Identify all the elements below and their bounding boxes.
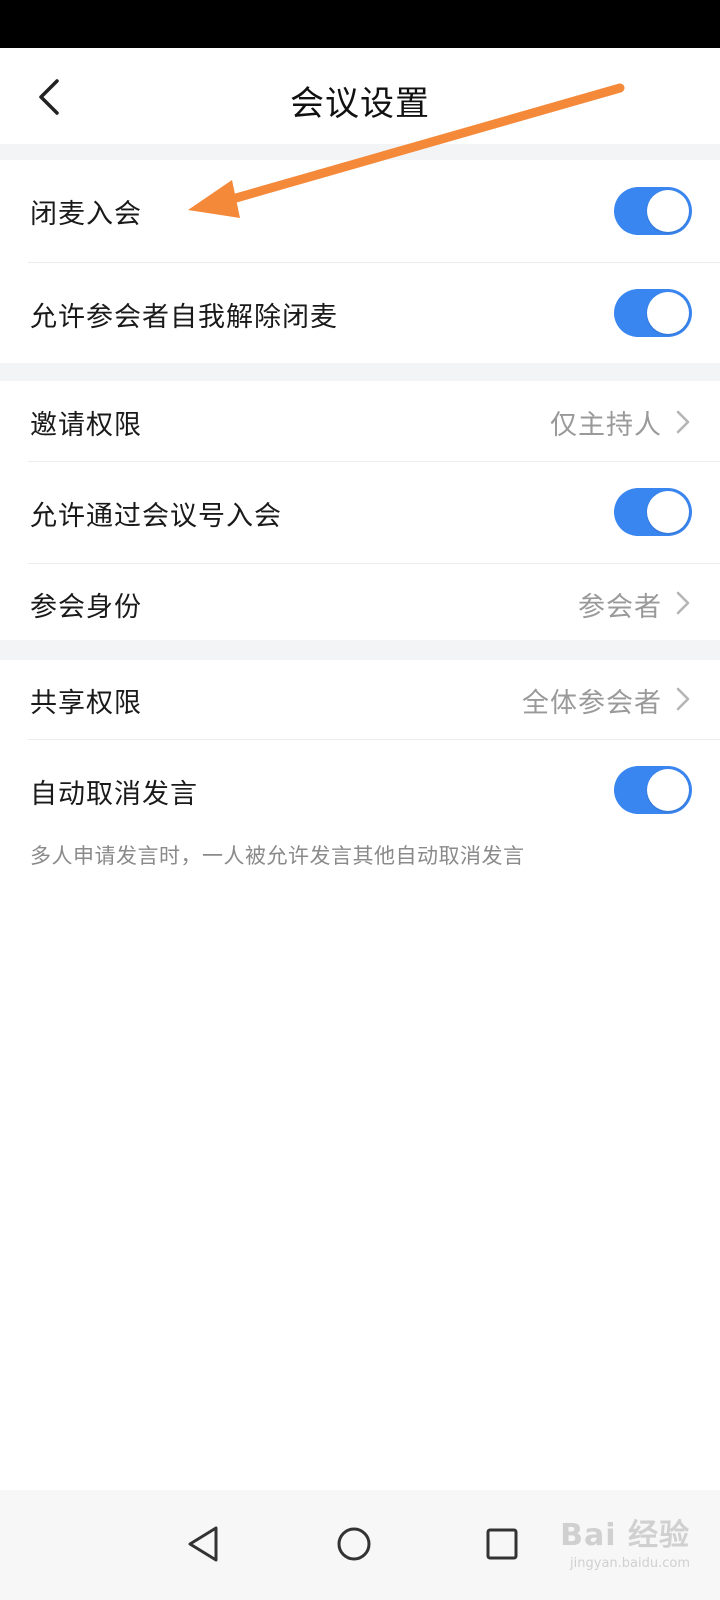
toggle-knob (647, 292, 689, 334)
system-home-button[interactable] (322, 1512, 386, 1576)
circle-home-icon (337, 1527, 371, 1561)
square-recents-icon (486, 1528, 518, 1560)
setting-row-share-permission[interactable]: 共享权限 全体参会者 (0, 660, 720, 738)
chevron-right-icon (676, 591, 690, 615)
chevron-right-icon (676, 410, 690, 434)
setting-label: 参会身份 (30, 592, 142, 623)
setting-label: 闭麦入会 (30, 199, 142, 230)
setting-row-mute-on-join: 闭麦入会 (0, 160, 720, 262)
section-gap (0, 363, 720, 381)
mute-on-join-toggle[interactable] (614, 187, 692, 235)
setting-label: 允许参会者自我解除闭麦 (30, 302, 338, 333)
triangle-back-icon (188, 1526, 218, 1562)
watermark-sub: jingyan.baidu.com (570, 1556, 690, 1571)
allow-join-by-id-toggle[interactable] (614, 488, 692, 536)
chevron-right-icon (676, 687, 690, 711)
section-gap (0, 640, 720, 660)
setting-label: 允许通过会议号入会 (30, 501, 282, 532)
setting-label: 共享权限 (30, 688, 142, 719)
setting-row-participant-role[interactable]: 参会身份 参会者 (0, 564, 720, 640)
auto-cancel-speaking-hint: 多人申请发言时，一人被允许发言其他自动取消发言 (30, 844, 525, 868)
setting-label: 自动取消发言 (30, 779, 198, 810)
allow-self-unmute-toggle[interactable] (614, 289, 692, 337)
setting-value: 全体参会者 (522, 688, 662, 719)
setting-value: 参会者 (578, 592, 662, 623)
system-recents-button[interactable] (470, 1512, 534, 1576)
setting-row-invite-permission[interactable]: 邀请权限 仅主持人 (0, 381, 720, 461)
toggle-knob (647, 190, 689, 232)
toggle-knob (647, 491, 689, 533)
page-title: 会议设置 (290, 84, 430, 124)
toggle-knob (647, 769, 689, 811)
setting-row-allow-join-by-id: 允许通过会议号入会 (0, 462, 720, 562)
section-gap (0, 144, 720, 160)
setting-row-allow-self-unmute: 允许参会者自我解除闭麦 (0, 263, 720, 363)
setting-label: 邀请权限 (30, 410, 142, 441)
nav-bar: 会议设置 (0, 48, 720, 144)
watermark-main: Bai 经验 (560, 1518, 690, 1553)
setting-value: 仅主持人 (550, 410, 662, 441)
baidu-watermark: Bai 经验 jingyan.baidu.com (560, 1510, 690, 1571)
system-back-button[interactable] (172, 1512, 236, 1576)
status-bar (0, 0, 720, 48)
setting-row-auto-cancel-speaking: 自动取消发言 (0, 740, 720, 836)
auto-cancel-speaking-toggle[interactable] (614, 766, 692, 814)
